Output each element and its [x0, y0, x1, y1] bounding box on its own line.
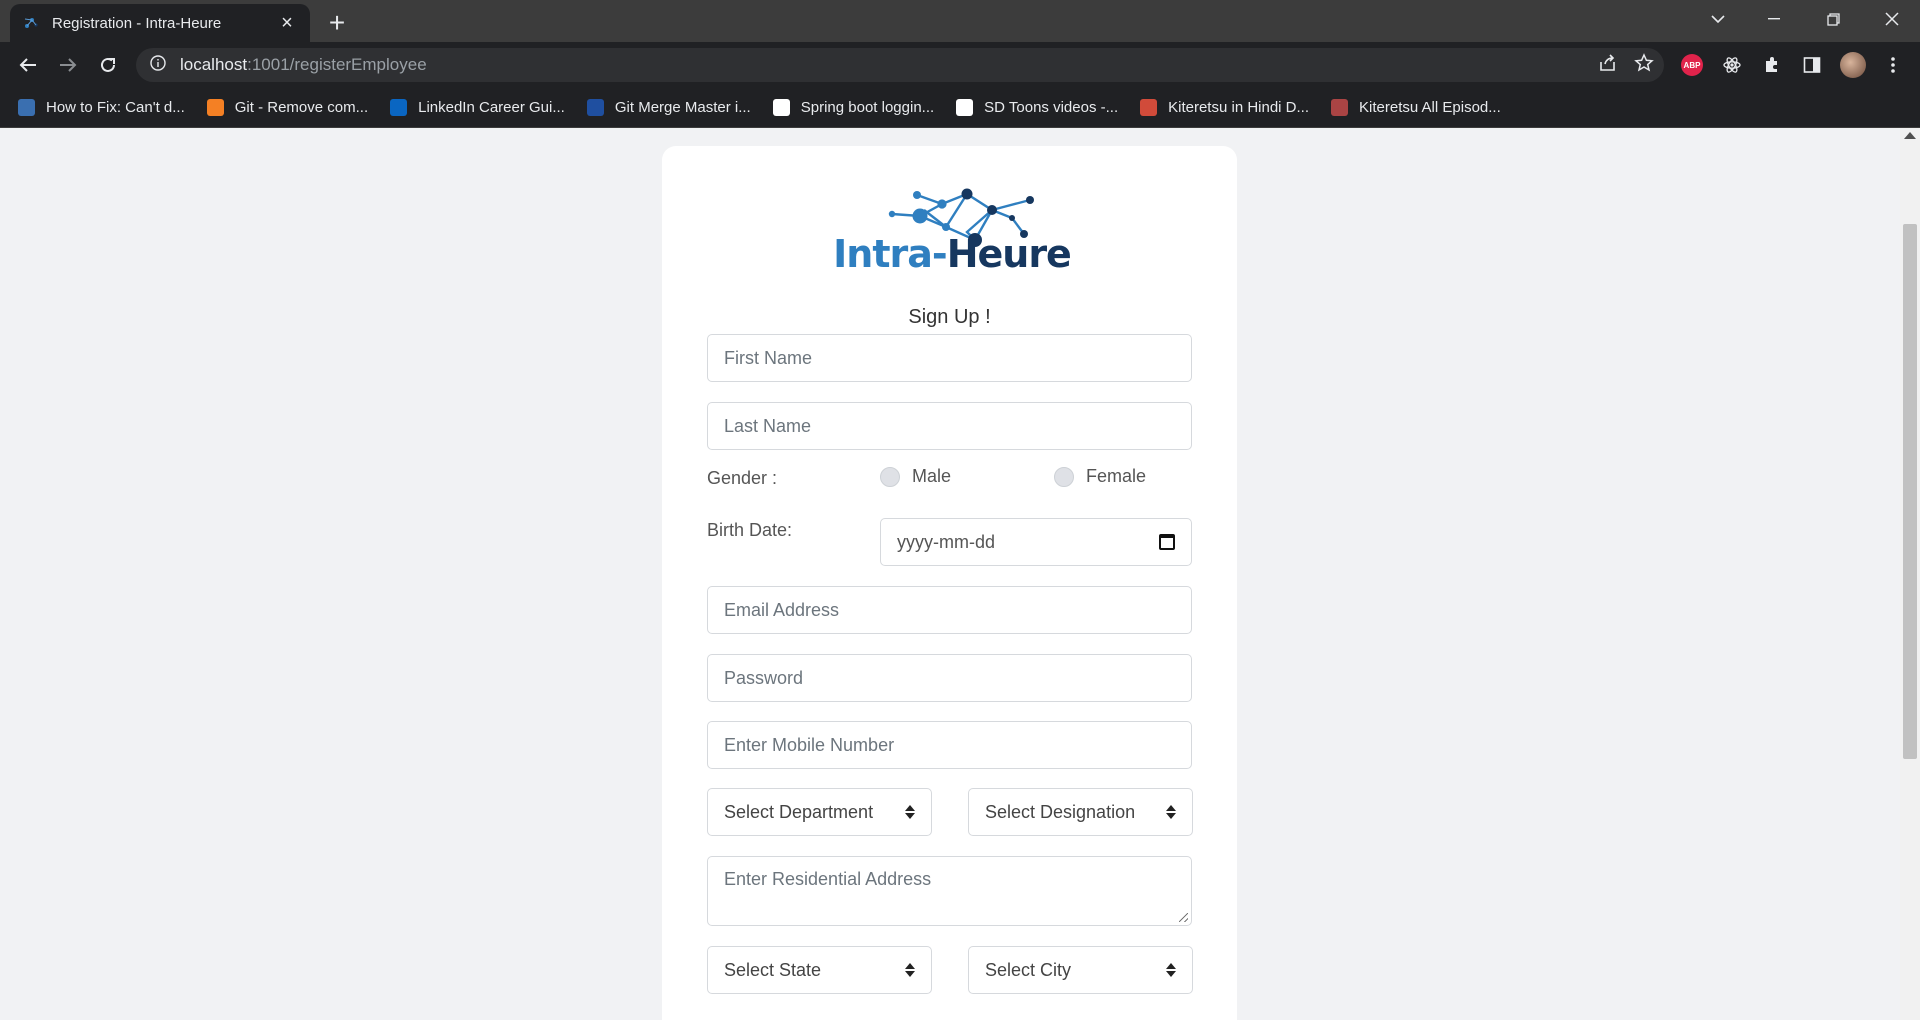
signup-card: Intra-Heure Sign Up ! First Name Last Na…	[662, 146, 1237, 1020]
bookmark-label: Git Merge Master i...	[614, 99, 751, 116]
gender-male-radio[interactable]: Male	[880, 466, 951, 487]
page-title: Sign Up !	[908, 306, 991, 328]
select-arrows-icon	[905, 963, 915, 977]
stackoverflow-icon	[206, 99, 224, 116]
bookmark-label: How to Fix: Can't d...	[46, 99, 185, 116]
minimize-button[interactable]	[1746, 0, 1802, 38]
site-info-icon[interactable]	[150, 54, 166, 76]
resize-handle-icon[interactable]	[1179, 913, 1188, 922]
scroll-up-arrow-icon[interactable]	[1904, 132, 1916, 139]
url-host: localhost	[180, 55, 248, 74]
bookmark-item[interactable]: How to Fix: Can't d...	[18, 99, 185, 116]
new-tab-button[interactable]: +	[322, 8, 352, 38]
radio-circle-icon[interactable]	[880, 466, 900, 487]
p-icon	[772, 99, 790, 116]
logo-wordmark: Intra-Heure	[833, 232, 1072, 276]
browser-toolbar: localhost:1001/registerEmployee ABP	[0, 42, 1920, 88]
t-icon	[586, 99, 604, 116]
bookmark-label: Kiteretsu All Episod...	[1359, 99, 1501, 116]
side-panel-icon[interactable]	[1797, 50, 1827, 80]
bookmark-item[interactable]: Kiteretsu All Episod...	[1331, 99, 1501, 116]
bookmark-item[interactable]: Kiteretsu in Hindi D...	[1140, 99, 1309, 116]
bookmark-label: Git - Remove com...	[234, 99, 369, 116]
restore-button[interactable]	[1805, 0, 1861, 38]
browser-tab[interactable]: Registration - Intra-Heure ×	[10, 4, 310, 42]
share-icon[interactable]	[1598, 53, 1618, 78]
designation-select-label: Select Designation	[985, 801, 1136, 822]
gender-label: Gender :	[707, 468, 778, 488]
department-select-label: Select Department	[724, 801, 874, 822]
tab-title: Registration - Intra-Heure	[52, 14, 222, 32]
male-label: Male	[912, 466, 952, 486]
bookmark-label: Kiteretsu in Hindi D...	[1168, 99, 1310, 116]
bookmark-item[interactable]: Git - Remove com...	[206, 99, 369, 116]
bookmark-label: SD Toons videos -...	[984, 99, 1119, 116]
select-arrows-icon	[1166, 963, 1176, 977]
date-placeholder: yyyy-mm-dd	[897, 531, 995, 552]
city-select-label: Select City	[985, 959, 1072, 980]
password-input[interactable]: Password	[707, 654, 1192, 702]
bookmark-item[interactable]: Spring boot loggin...	[772, 99, 935, 116]
d-icon	[956, 99, 974, 116]
kiteretsu-icon	[1140, 99, 1158, 116]
residential-address-textarea[interactable]: Enter Residential Address	[707, 856, 1192, 926]
react-devtools-icon[interactable]	[1717, 50, 1747, 80]
mobile-number-input[interactable]: Enter Mobile Number	[707, 721, 1192, 769]
state-select-label: Select State	[724, 959, 822, 980]
select-arrows-icon	[1166, 805, 1176, 819]
linkedin-icon	[390, 99, 408, 116]
last-name-input[interactable]: Last Name	[707, 402, 1192, 450]
reload-icon[interactable]	[92, 49, 124, 81]
intra-heure-logo: Intra-Heure	[822, 172, 1082, 280]
page-viewport: Intra-Heure Sign Up ! First Name Last Na…	[0, 128, 1900, 1020]
bookmark-item[interactable]: LinkedIn Career Gui...	[390, 99, 565, 116]
address-placeholder: Enter Residential Address	[724, 869, 932, 889]
email-input[interactable]: Email Address	[707, 586, 1192, 634]
laptop-icon	[18, 99, 35, 116]
tab-search-chevron-icon[interactable]	[1690, 0, 1746, 38]
bookmark-item[interactable]: SD Toons videos -...	[956, 99, 1118, 116]
bookmark-star-icon[interactable]	[1634, 53, 1654, 78]
extensions-puzzle-icon[interactable]	[1757, 50, 1787, 80]
female-label: Female	[1086, 466, 1147, 486]
select-arrows-icon	[905, 805, 915, 819]
department-select[interactable]: Select Department	[707, 788, 932, 836]
adblock-plus-icon[interactable]: ABP	[1677, 50, 1707, 80]
birth-date-input[interactable]: yyyy-mm-dd	[880, 518, 1192, 566]
grid-icon	[1331, 99, 1349, 116]
bookmark-item[interactable]: Git Merge Master i...	[586, 99, 751, 116]
birth-date-label: Birth Date:	[707, 520, 793, 540]
calendar-icon[interactable]	[1159, 534, 1175, 550]
back-arrow-icon[interactable]	[12, 49, 44, 81]
bookmarks-bar: How to Fix: Can't d... Git - Remove com..…	[0, 88, 1920, 128]
profile-avatar[interactable]	[1838, 50, 1868, 80]
address-bar[interactable]: localhost:1001/registerEmployee	[136, 48, 1664, 82]
scrollbar-thumb[interactable]	[1903, 224, 1917, 759]
designation-select[interactable]: Select Designation	[968, 788, 1193, 836]
state-select[interactable]: Select State	[707, 946, 932, 994]
bookmark-label: Spring boot loggin...	[800, 99, 935, 116]
tab-close-icon[interactable]: ×	[276, 13, 298, 33]
forward-arrow-icon[interactable]	[52, 49, 84, 81]
browser-menu-kebab-icon[interactable]	[1878, 50, 1908, 80]
network-favicon-icon	[22, 14, 40, 32]
page-scrollbar[interactable]	[1900, 128, 1920, 1020]
first-name-input[interactable]: First Name	[707, 334, 1192, 382]
gender-female-radio[interactable]: Female	[1054, 466, 1146, 487]
tab-strip: Registration - Intra-Heure × +	[0, 0, 1920, 42]
radio-circle-icon[interactable]	[1054, 466, 1074, 487]
bookmark-label: LinkedIn Career Gui...	[418, 99, 565, 116]
city-select[interactable]: Select City	[968, 946, 1193, 994]
close-window-button[interactable]	[1864, 0, 1920, 38]
url-path: :1001/registerEmployee	[247, 55, 427, 74]
